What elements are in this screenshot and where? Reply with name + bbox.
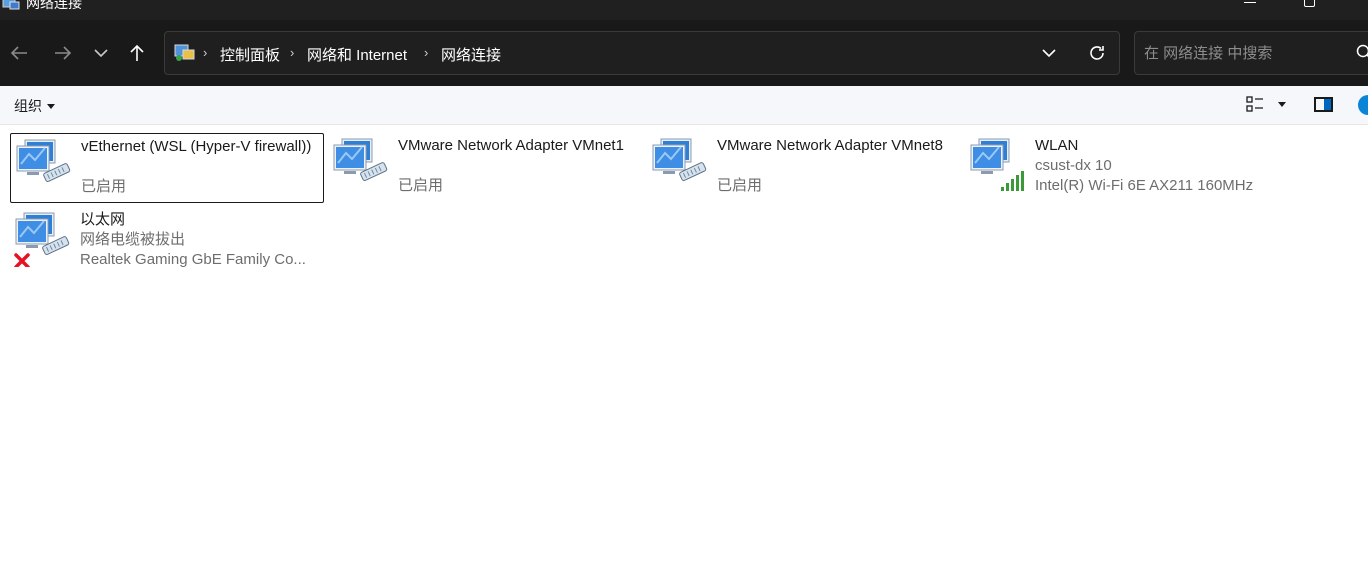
connection-status: 已启用 <box>398 177 444 194</box>
up-button[interactable] <box>121 38 153 68</box>
connection-item-vmnet1[interactable]: VMware Network Adapter VMnet1 已启用 <box>328 133 642 203</box>
connection-status: 网络电缆被拔出 <box>80 231 186 248</box>
connection-item-vmnet8[interactable]: VMware Network Adapter VMnet8 已启用 <box>647 133 961 203</box>
ethernet-adapter-icon <box>652 138 707 181</box>
disconnected-x-icon <box>14 253 30 267</box>
preview-pane-button[interactable] <box>1314 97 1333 112</box>
connection-device: Intel(R) Wi-Fi 6E AX211 160MHz <box>1035 177 1254 194</box>
forward-button[interactable] <box>47 38 79 68</box>
network-connections-icon <box>2 0 20 10</box>
connection-status: 已启用 <box>717 177 763 194</box>
connection-name: vEthernet (WSL (Hyper-V firewall)) <box>81 138 312 155</box>
recent-locations-button[interactable] <box>85 38 117 68</box>
connections-list: vEthernet (WSL (Hyper-V firewall)) 已启用 V… <box>0 125 1368 564</box>
ethernet-adapter-icon <box>333 138 388 181</box>
back-button[interactable] <box>3 38 35 68</box>
address-bar[interactable]: › 控制面板 › 网络和 Internet › 网络连接 <box>164 31 1120 75</box>
control-panel-icon <box>174 44 195 61</box>
caret-down-icon <box>47 103 55 109</box>
caret-down-icon <box>1278 101 1286 107</box>
connection-name: WLAN <box>1035 137 1079 154</box>
breadcrumb-network-internet[interactable]: 网络和 Internet <box>307 44 407 65</box>
navigation-bar: › 控制面板 › 网络和 Internet › 网络连接 <box>0 20 1368 86</box>
arrow-right-icon <box>55 46 72 60</box>
title-bar: 网络连接 <box>0 0 1368 20</box>
connection-item-ethernet[interactable]: 以太网 网络电缆被拔出 Realtek Gaming GbE Family Co… <box>10 207 324 277</box>
connection-device: Realtek Gaming GbE Family Co... <box>80 251 306 268</box>
search-input[interactable] <box>1144 43 1344 63</box>
search-box[interactable] <box>1134 31 1368 75</box>
minimize-button[interactable] <box>1244 2 1256 3</box>
breadcrumb-separator: › <box>424 45 429 60</box>
organize-menu-button[interactable]: 组织 <box>14 96 55 116</box>
window-title: 网络连接 <box>26 0 82 11</box>
connection-name: VMware Network Adapter VMnet8 <box>717 137 943 154</box>
ethernet-adapter-icon <box>16 139 71 182</box>
breadcrumb-separator: › <box>290 45 295 60</box>
maximize-button[interactable] <box>1304 0 1315 7</box>
connection-item-vethernet-wsl[interactable]: vEthernet (WSL (Hyper-V firewall)) 已启用 <box>10 133 324 203</box>
change-view-button[interactable] <box>1246 96 1286 112</box>
wifi-signal-icon <box>1001 171 1024 191</box>
breadcrumb-control-panel[interactable]: 控制面板 <box>220 44 280 65</box>
command-bar: 组织 <box>0 86 1368 125</box>
search-icon[interactable] <box>1356 44 1368 62</box>
ethernet-adapter-icon <box>14 212 70 267</box>
connection-item-wlan[interactable]: WLAN csust-dx 10 Intel(R) Wi-Fi 6E AX211… <box>965 133 1295 203</box>
view-options-icon <box>1246 96 1263 112</box>
preview-pane-icon <box>1324 99 1331 110</box>
breadcrumb-separator: › <box>203 45 208 60</box>
connection-name: 以太网 <box>80 211 126 228</box>
connection-status: csust-dx 10 <box>1035 157 1112 174</box>
address-history-chevron-icon[interactable] <box>1041 45 1057 61</box>
connection-status: 已启用 <box>81 178 127 195</box>
refresh-icon[interactable] <box>1087 43 1107 63</box>
help-button[interactable] <box>1358 95 1368 115</box>
wifi-adapter-icon <box>970 138 1024 191</box>
chevron-down-icon <box>94 49 108 58</box>
breadcrumb-network-connections[interactable]: 网络连接 <box>441 44 501 65</box>
arrow-up-icon <box>130 44 144 61</box>
connection-name: VMware Network Adapter VMnet1 <box>398 137 624 154</box>
arrow-left-icon <box>10 46 27 60</box>
organize-label: 组织 <box>14 98 42 114</box>
